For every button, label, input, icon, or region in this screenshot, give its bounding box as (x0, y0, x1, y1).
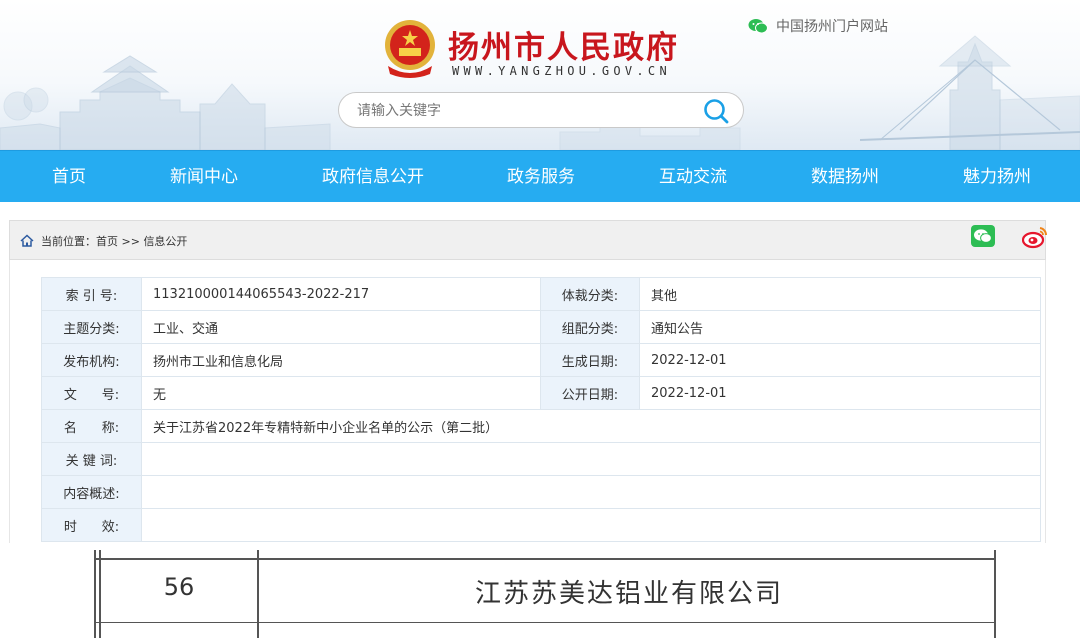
published-date-label: 公开日期: (540, 376, 640, 410)
wechat-icon[interactable] (971, 225, 995, 247)
breadcrumb-home-link[interactable]: 首页 (96, 235, 118, 248)
index-label: 索 引 号: (41, 277, 142, 311)
breadcrumb-text: 当前位置：首页 >> 信息公开 (41, 233, 187, 249)
weibo-icon[interactable] (1022, 225, 1048, 249)
summary-value (141, 475, 1041, 509)
validity-value (141, 508, 1041, 542)
category-label: 组配分类: (540, 310, 640, 344)
wechat-icon (748, 19, 768, 34)
site-url: WWW.YANGZHOU.GOV.CN (452, 64, 671, 78)
published-date-value: 2022-12-01 (639, 376, 1041, 410)
created-date-label: 生成日期: (540, 343, 640, 377)
table-row: 索 引 号: 113210000144065543-2022-217 体裁分类:… (41, 277, 1041, 311)
created-date-value: 2022-12-01 (639, 343, 1041, 377)
table-border (94, 550, 96, 638)
table-row: 主题分类: 工业、交通 组配分类: 通知公告 (41, 310, 1041, 344)
topic-value: 工业、交通 (141, 310, 541, 344)
keywords-label: 关 键 词: (41, 442, 142, 476)
nav-item-data[interactable]: 数据扬州 (800, 151, 890, 203)
table-row: 时 效: (41, 508, 1041, 542)
summary-label: 内容概述: (41, 475, 142, 509)
main-nav: 首页 新闻中心 政府信息公开 政务服务 互动交流 数据扬州 魅力扬州 (0, 150, 1080, 202)
category-value: 通知公告 (639, 310, 1041, 344)
search-icon[interactable] (703, 98, 729, 124)
company-name: 江苏苏美达铝业有限公司 (474, 579, 783, 609)
breadcrumb: 当前位置：首页 >> 信息公开 (9, 220, 1048, 260)
breadcrumb-prefix: 当前位置： (41, 235, 96, 248)
portal-link[interactable]: 中国扬州门户网站 (748, 16, 888, 36)
title-label: 名 称: (41, 409, 142, 443)
title-value: 关于江苏省2022年专精特新中小企业名单的公示（第二批） (141, 409, 1041, 443)
table-row: 名 称: 关于江苏省2022年专精特新中小企业名单的公示（第二批） (41, 409, 1041, 443)
site-title[interactable]: 扬州市人民政府 (448, 22, 679, 67)
validity-label: 时 效: (41, 508, 142, 542)
nav-item-interaction[interactable]: 互动交流 (648, 151, 738, 203)
genre-value: 其他 (639, 277, 1041, 311)
publisher-value: 扬州市工业和信息化局 (141, 343, 541, 377)
portal-link-label: 中国扬州门户网站 (776, 19, 888, 35)
table-border (94, 622, 996, 623)
publisher-label: 发布机构: (41, 343, 142, 377)
nav-item-news[interactable]: 新闻中心 (160, 151, 248, 203)
table-row: 发布机构: 扬州市工业和信息化局 生成日期: 2022-12-01 (41, 343, 1041, 377)
search-input[interactable] (357, 100, 687, 122)
nav-item-charm[interactable]: 魅力扬州 (952, 151, 1042, 203)
document-number-label: 文 号: (41, 376, 142, 410)
breadcrumb-current-link[interactable]: 信息公开 (143, 235, 187, 248)
nav-item-services[interactable]: 政务服务 (496, 151, 586, 203)
table-row: 内容概述: (41, 475, 1041, 509)
search-box (338, 92, 744, 128)
table-border (94, 558, 996, 560)
document-metadata-table: 索 引 号: 113210000144065543-2022-217 体裁分类:… (41, 277, 1041, 542)
table-row: 文 号: 无 公开日期: 2022-12-01 (41, 376, 1041, 410)
nav-item-home[interactable]: 首页 (40, 151, 98, 203)
company-row-number: 56 (163, 573, 195, 601)
site-header: 扬州市人民政府 WWW.YANGZHOU.GOV.CN 中国扬州门户网站 (0, 0, 1080, 150)
genre-label: 体裁分类: (540, 277, 640, 311)
topic-label: 主题分类: (41, 310, 142, 344)
table-row: 关 键 词: (41, 442, 1041, 476)
keywords-value (141, 442, 1041, 476)
national-emblem-icon (385, 20, 435, 78)
index-value: 113210000144065543-2022-217 (141, 277, 541, 311)
document-number-value: 无 (141, 376, 541, 410)
breadcrumb-separator: >> (118, 235, 144, 248)
nav-item-gov-info[interactable]: 政府信息公开 (310, 151, 436, 203)
home-icon (20, 234, 34, 247)
